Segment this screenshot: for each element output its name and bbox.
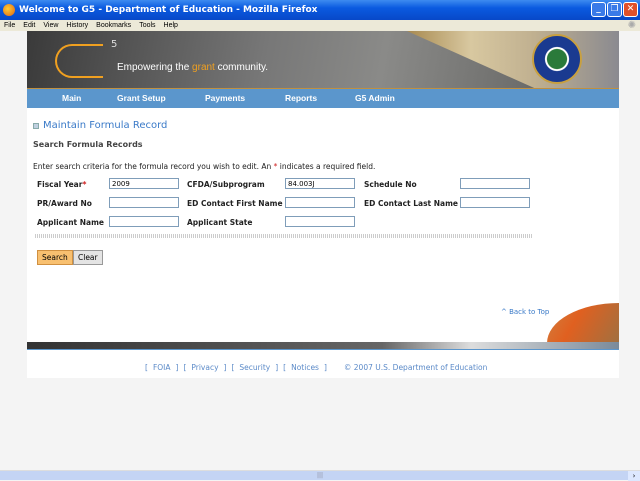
instr-post: indicates a required field. <box>277 162 376 171</box>
search-button[interactable]: Search <box>37 250 73 265</box>
tagline-highlight: grant <box>192 62 215 73</box>
applicant-name-label: Applicant Name <box>37 218 104 227</box>
bracket: [ <box>231 363 235 372</box>
schedule-no-input[interactable] <box>460 178 530 189</box>
title-bar: Welcome to G5 - Department of Education … <box>0 0 640 20</box>
menu-help[interactable]: Help <box>164 22 178 29</box>
throbber-icon: ✺ <box>627 20 636 31</box>
tagline-post: community. <box>214 62 269 73</box>
bracket: ] <box>275 363 279 372</box>
ed-last-name-label: ED Contact Last Name <box>364 199 458 208</box>
applicant-state-input[interactable] <box>285 216 355 227</box>
tagline-pre: Empowering the <box>117 62 193 73</box>
department-seal-icon <box>532 34 582 84</box>
close-button[interactable]: ✕ <box>623 2 638 17</box>
library-image <box>407 31 619 88</box>
firefox-icon <box>3 4 15 16</box>
schedule-no-label: Schedule No <box>364 180 417 189</box>
pr-award-input[interactable] <box>109 197 179 208</box>
banner: 5 Empowering the grant community. <box>27 31 619 88</box>
page: 5 Empowering the grant community. Main G… <box>27 31 619 378</box>
page-title: Maintain Formula Record <box>33 120 167 131</box>
menu-bookmarks[interactable]: Bookmarks <box>96 22 131 29</box>
privacy-link[interactable]: Privacy <box>191 363 218 372</box>
menu-history[interactable]: History <box>66 22 88 29</box>
list-icon <box>33 122 39 129</box>
menu-tools[interactable]: Tools <box>139 22 155 29</box>
bracket: ] <box>323 363 327 372</box>
tagline: Empowering the grant community. <box>117 62 268 73</box>
notices-link[interactable]: Notices <box>291 363 319 372</box>
instructions: Enter search criteria for the formula re… <box>33 162 375 171</box>
section-title: Search Formula Records <box>33 140 143 149</box>
page-title-text: Maintain Formula Record <box>43 120 168 131</box>
logo-superscript: 5 <box>111 39 118 50</box>
footer: [ FOIA] [ Privacy] [ Security] [ Notices] © … <box>145 363 487 372</box>
bracket: [ <box>283 363 287 372</box>
horizontal-scrollbar[interactable]: ||| › <box>0 470 640 481</box>
restore-button[interactable]: ❐ <box>607 2 622 17</box>
footer-strip <box>27 342 619 350</box>
fiscal-year-label: Fiscal Year* <box>37 180 86 189</box>
applicant-name-input[interactable] <box>109 216 179 227</box>
menu-bar: File Edit View History Bookmarks Tools H… <box>0 20 640 31</box>
minimize-button[interactable]: _ <box>591 2 606 17</box>
cfda-label: CFDA/Subprogram <box>187 180 265 189</box>
back-to-top-link[interactable]: ^ Back to Top <box>501 308 549 316</box>
clear-button[interactable]: Clear <box>73 250 103 265</box>
ed-first-name-input[interactable] <box>285 197 355 208</box>
nav-payments[interactable]: Payments <box>205 93 245 103</box>
fiscal-year-input[interactable] <box>109 178 179 189</box>
bracket: ] <box>175 363 179 372</box>
pr-award-label: PR/Award No <box>37 199 92 208</box>
copyright: © 2007 U.S. Department of Education <box>343 363 488 372</box>
ed-first-name-label: ED Contact First Name <box>187 199 283 208</box>
menu-edit[interactable]: Edit <box>23 22 35 29</box>
bracket: [ <box>183 363 187 372</box>
foia-link[interactable]: FOIA <box>153 363 171 372</box>
nav-main[interactable]: Main <box>62 93 81 103</box>
instr-pre: Enter search criteria for the formula re… <box>33 162 274 171</box>
applicant-state-label: Applicant State <box>187 218 253 227</box>
fiscal-year-label-text: Fiscal Year <box>37 180 83 189</box>
g5-logo <box>55 44 103 78</box>
cfda-input[interactable] <box>285 178 355 189</box>
bracket: [ <box>145 363 148 372</box>
menu-file[interactable]: File <box>4 22 15 29</box>
nav-grant-setup[interactable]: Grant Setup <box>117 93 166 103</box>
security-link[interactable]: Security <box>239 363 270 372</box>
window-title: Welcome to G5 - Department of Education … <box>19 5 318 15</box>
menu-view[interactable]: View <box>43 22 58 29</box>
nav-g5-admin[interactable]: G5 Admin <box>355 93 395 103</box>
main-nav: Main Grant Setup Payments Reports G5 Adm… <box>27 88 619 108</box>
required-star: * <box>82 180 87 189</box>
nav-reports[interactable]: Reports <box>285 93 317 103</box>
bracket: ] <box>223 363 227 372</box>
ed-last-name-input[interactable] <box>460 197 530 208</box>
divider <box>35 234 532 238</box>
scrollbar-thumb[interactable]: ||| <box>310 472 330 480</box>
classroom-image <box>547 303 619 343</box>
